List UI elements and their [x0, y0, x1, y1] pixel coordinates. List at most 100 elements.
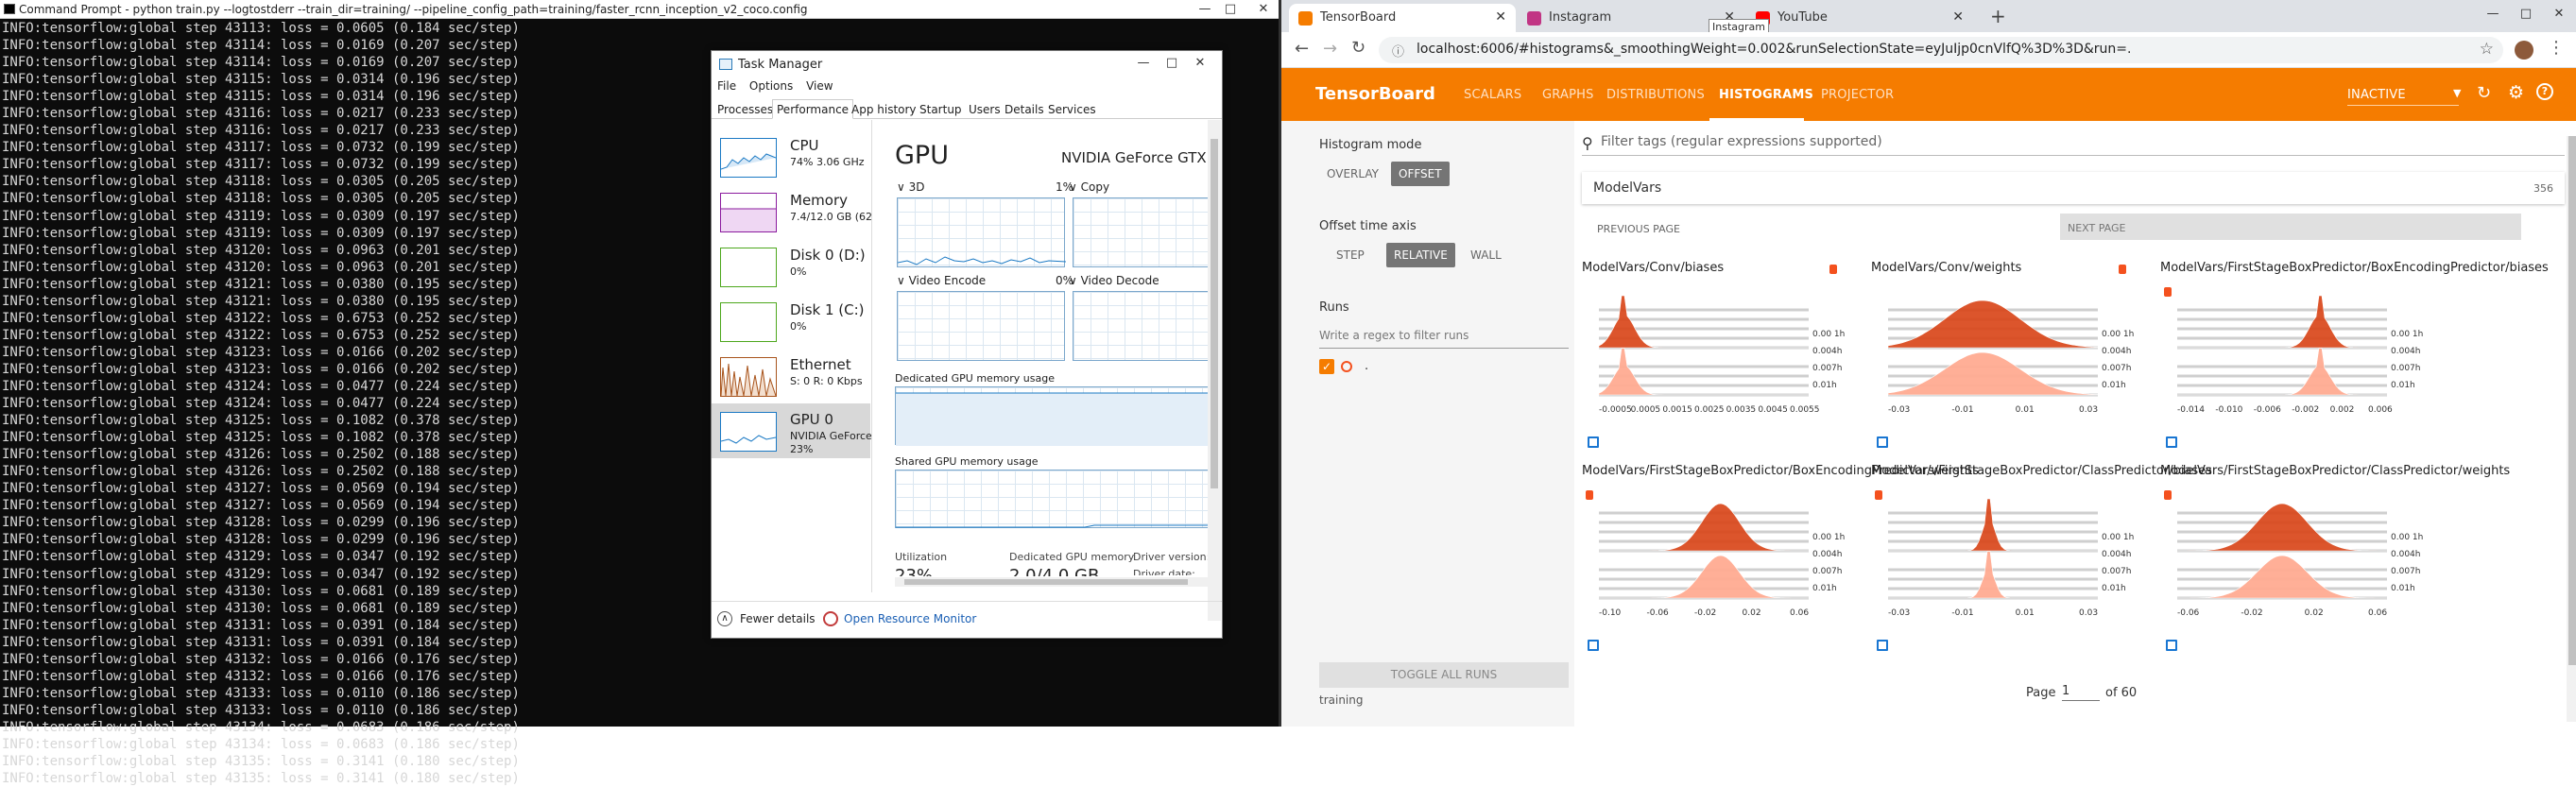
gear-icon[interactable]: ⚙	[2508, 82, 2524, 103]
y-tick-label: 0.01h	[1812, 381, 1837, 390]
back-icon[interactable]: ←	[1295, 39, 1309, 59]
forward-icon[interactable]: →	[1323, 39, 1337, 59]
chrome-maximize-button[interactable]: □	[2515, 6, 2537, 23]
nav-projector[interactable]: PROJECTOR	[1821, 88, 1894, 102]
runs-filter-input[interactable]: Write a regex to filter runs	[1319, 329, 1468, 342]
expand-icon[interactable]	[1588, 436, 1599, 448]
maximize-button[interactable]: □	[1219, 1, 1242, 18]
sidebar-item-disk1[interactable]: Disk 1 (C:) 0%	[712, 294, 870, 349]
sidebar-item-disk0[interactable]: Disk 0 (D:) 0%	[712, 239, 870, 294]
nav-scalars[interactable]: SCALARS	[1464, 88, 1521, 102]
chrome-close-button[interactable]: ✕	[2548, 6, 2570, 23]
expand-icon[interactable]	[1877, 436, 1888, 448]
console-line: INFO:tensorflow:global step 43131: loss …	[2, 634, 520, 650]
minimize-button[interactable]: —	[1194, 1, 1216, 18]
refresh-icon[interactable]: ↻	[2477, 83, 2491, 103]
tm-minimize-button[interactable]: —	[1132, 55, 1155, 72]
nav-distributions[interactable]: DISTRIBUTIONS	[1606, 88, 1705, 102]
run-checkbox[interactable]: ✓	[1319, 359, 1334, 374]
scroll-thumb[interactable]	[1211, 139, 1218, 488]
tab-app-history[interactable]: App history	[851, 103, 917, 116]
histogram-density	[1598, 295, 1809, 349]
engine-vdec-text: Video Decode	[1080, 274, 1159, 287]
console-line: INFO:tensorflow:global step 43124: loss …	[2, 396, 520, 412]
task-manager-window[interactable]: Task Manager — □ ✕ File Options View Pro…	[711, 50, 1223, 639]
bookmark-star-icon[interactable]: ☆	[2480, 40, 2494, 59]
offset-button[interactable]: OFFSET	[1391, 162, 1450, 186]
help-icon[interactable]: ?	[2536, 83, 2553, 100]
close-icon[interactable]: ✕	[1952, 9, 1964, 25]
engine-3d-label[interactable]: ∨ 3D	[897, 180, 924, 194]
next-page-button[interactable]: NEXT PAGE	[2060, 214, 2521, 240]
omnibox[interactable]: ⓘ localhost:6006/#histograms&_smoothingW…	[1379, 37, 2503, 63]
new-tab-button[interactable]: +	[1990, 5, 2006, 27]
console-line: INFO:tensorflow:global step 43117: loss …	[2, 157, 520, 173]
run-color-icon[interactable]	[1341, 361, 1352, 372]
tab-tensorboard[interactable]: TensorBoard ✕	[1289, 4, 1516, 32]
chrome-minimize-button[interactable]: —	[2482, 6, 2504, 23]
vertical-scrollbar[interactable]	[1208, 120, 1221, 621]
engine-video-decode-graph	[1073, 291, 1214, 361]
close-icon[interactable]: ✕	[1495, 9, 1506, 25]
close-button[interactable]: ✕	[1252, 1, 1275, 18]
tab-processes[interactable]: Processes	[717, 103, 773, 116]
wall-button[interactable]: WALL	[1463, 243, 1509, 267]
tab-performance[interactable]: Performance	[772, 99, 854, 119]
tm-menubar: File Options View	[717, 79, 843, 93]
cpu-mini-graph	[720, 138, 777, 178]
toggle-all-runs-button[interactable]: TOGGLE ALL RUNS	[1319, 662, 1569, 688]
nav-graphs[interactable]: GRAPHS	[1542, 88, 1594, 102]
relative-button[interactable]: RELATIVE	[1386, 243, 1455, 267]
y-tick-label: 0.00 1h	[1812, 330, 1845, 339]
engine-copy-label[interactable]: ∨ Copy	[1069, 180, 1109, 194]
menu-file[interactable]: File	[717, 79, 736, 93]
tab-details[interactable]: Details	[1005, 103, 1044, 116]
tab-startup[interactable]: Startup	[919, 103, 962, 116]
y-tick-label: 0.007h	[2102, 364, 2131, 373]
expand-icon[interactable]	[1877, 640, 1888, 651]
sidebar-item-gpu0[interactable]: GPU 0 NVIDIA GeForce 23%	[712, 403, 871, 458]
group-header[interactable]: ModelVars 356	[1582, 172, 2565, 204]
step-button[interactable]: STEP	[1329, 243, 1372, 267]
menu-dots-icon[interactable]: ⋮	[2548, 38, 2565, 58]
page-scrollbar[interactable]	[2567, 136, 2576, 722]
fewer-details-link[interactable]: Fewer details	[740, 612, 816, 625]
sidebar-value: 74% 3.06 GHz	[790, 156, 865, 168]
sidebar-item-cpu[interactable]: CPU 74% 3.06 GHz	[712, 129, 870, 184]
histogram-title: ModelVars/FirstStageBoxPredictor/ClassPr…	[1871, 464, 2212, 478]
menu-options[interactable]: Options	[749, 79, 793, 93]
nav-histograms[interactable]: HISTOGRAMS	[1719, 88, 1813, 102]
page-scroll-thumb[interactable]	[2568, 136, 2576, 665]
inactive-dropdown[interactable]: INACTIVE	[2347, 88, 2406, 102]
page-total: of 60	[2105, 686, 2138, 700]
expand-icon[interactable]	[2166, 640, 2177, 651]
chrome-window[interactable]: TensorBoard ✕ Instagram ✕ YouTube ✕ + In…	[1279, 0, 2576, 727]
tab-services[interactable]: Services	[1048, 103, 1096, 116]
tab-users[interactable]: Users	[969, 103, 1001, 116]
expand-icon[interactable]	[2166, 436, 2177, 448]
sidebar-item-ethernet[interactable]: Ethernet S: 0 R: 0 Kbps	[712, 349, 870, 403]
tm-close-button[interactable]: ✕	[1189, 55, 1211, 72]
engine-video-encode-label[interactable]: ∨ Video Encode	[897, 274, 986, 287]
expand-icon[interactable]	[1588, 640, 1599, 651]
horizontal-scrollbar[interactable]	[895, 577, 1212, 587]
overlay-button[interactable]: OVERLAY	[1319, 162, 1386, 186]
reload-icon[interactable]: ↻	[1351, 38, 1365, 58]
page-input[interactable]: 1	[2062, 684, 2100, 701]
x-tick-label: 0.03	[2079, 608, 2098, 618]
cmd-titlebar[interactable]: Command Prompt - python train.py --logto…	[0, 0, 1279, 19]
tm-maximize-button[interactable]: □	[1160, 55, 1183, 72]
filter-tags-input[interactable]: Filter tags (regular expressions support…	[1601, 134, 1882, 149]
open-resource-monitor-link[interactable]: Open Resource Monitor	[844, 612, 976, 625]
tm-titlebar[interactable]: Task Manager — □ ✕	[712, 51, 1222, 77]
run-color-tag-icon	[1829, 265, 1837, 274]
menu-view[interactable]: View	[806, 79, 833, 93]
gpu-heading: GPU	[895, 141, 949, 170]
sidebar-item-memory[interactable]: Memory 7.4/12.0 GB (62%)	[712, 184, 871, 239]
avatar[interactable]	[2515, 41, 2533, 60]
info-icon[interactable]: ⓘ	[1392, 42, 1404, 60]
tab-youtube[interactable]: YouTube ✕	[1746, 4, 1973, 32]
chevron-up-icon[interactable]: ∧	[717, 611, 732, 626]
engine-video-decode-label[interactable]: ∨ Video Decode	[1069, 274, 1159, 287]
previous-page-button[interactable]: PREVIOUS PAGE	[1597, 223, 1680, 235]
